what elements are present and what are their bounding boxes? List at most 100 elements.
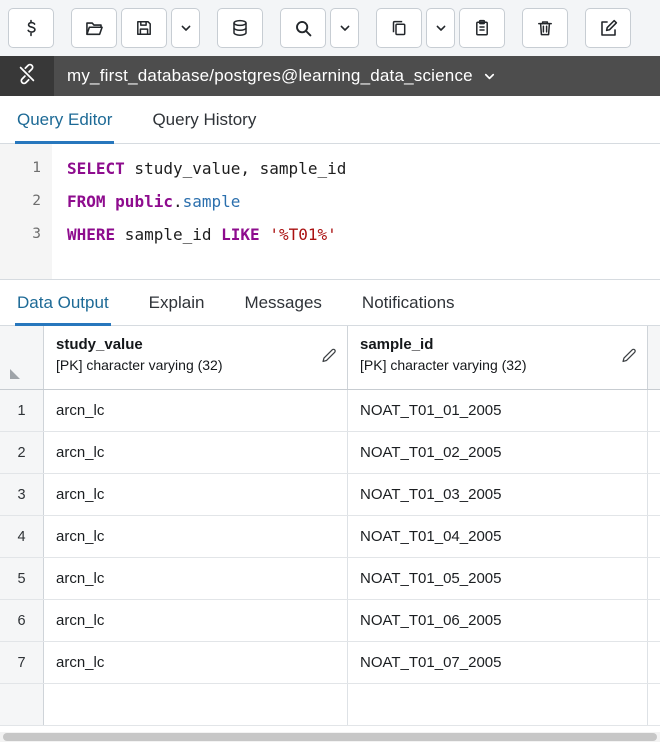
cell-study-value[interactable]: arcn_lc xyxy=(44,600,348,641)
delete-button[interactable] xyxy=(522,8,568,48)
tab-data-output[interactable]: Data Output xyxy=(15,280,111,325)
row-number[interactable]: 4 xyxy=(0,516,44,557)
connection-icon xyxy=(16,63,38,90)
column-type: [PK] character varying (32) xyxy=(56,357,315,373)
find-options-button[interactable] xyxy=(330,8,359,48)
line-number: 1 xyxy=(0,152,52,185)
tab-notifications[interactable]: Notifications xyxy=(360,280,457,325)
table-row: 5arcn_lcNOAT_T01_05_2005 xyxy=(0,558,660,600)
edit-button[interactable] xyxy=(585,8,631,48)
row-number[interactable]: 5 xyxy=(0,558,44,599)
edit-icon xyxy=(598,18,619,39)
save-icon xyxy=(134,18,154,38)
open-file-icon xyxy=(84,18,105,39)
save-options-button[interactable] xyxy=(171,8,200,48)
row-number[interactable]: 6 xyxy=(0,600,44,641)
table-row: 1arcn_lcNOAT_T01_01_2005 xyxy=(0,390,660,432)
macros-icon xyxy=(21,18,41,38)
table-row: 3arcn_lcNOAT_T01_03_2005 xyxy=(0,474,660,516)
file-group xyxy=(71,8,200,48)
line-number: 3 xyxy=(0,218,52,251)
sql-line[interactable]: 2FROM public.sample xyxy=(0,185,660,218)
cell-study-value[interactable]: arcn_lc xyxy=(44,390,348,431)
table-row: 2arcn_lcNOAT_T01_02_2005 xyxy=(0,432,660,474)
select-all-corner[interactable] xyxy=(0,326,44,389)
edit-column-icon[interactable] xyxy=(620,346,638,369)
save-button[interactable] xyxy=(121,8,167,48)
row-number[interactable]: 2 xyxy=(0,432,44,473)
macros-group xyxy=(8,8,54,48)
cell-study-value[interactable] xyxy=(44,684,348,725)
clipboard-group xyxy=(376,8,505,48)
cell-study-value[interactable]: arcn_lc xyxy=(44,474,348,515)
grid-header: study_value [PK] character varying (32) … xyxy=(0,326,660,390)
trash-icon xyxy=(535,18,555,38)
connection-bar: my_first_database/postgres@learning_data… xyxy=(0,56,660,96)
data-output-grid: study_value [PK] character varying (32) … xyxy=(0,326,660,726)
macros-button[interactable] xyxy=(8,8,54,48)
column-type: [PK] character varying (32) xyxy=(360,357,615,373)
search-icon xyxy=(293,18,314,39)
chevron-down-icon xyxy=(337,20,353,36)
line-number: 2 xyxy=(0,185,52,218)
copy-options-button[interactable] xyxy=(426,8,455,48)
new-row xyxy=(0,684,660,726)
row-number[interactable]: 1 xyxy=(0,390,44,431)
chevron-down-icon xyxy=(433,20,449,36)
cell-sample-id[interactable] xyxy=(348,684,648,725)
database-group xyxy=(217,8,263,48)
scrollbar-thumb[interactable] xyxy=(3,733,657,741)
cell-sample-id[interactable]: NOAT_T01_04_2005 xyxy=(348,516,648,557)
cell-study-value[interactable]: arcn_lc xyxy=(44,642,348,683)
column-name: study_value xyxy=(56,336,315,353)
row-number[interactable]: 3 xyxy=(0,474,44,515)
sql-line[interactable]: 3WHERE sample_id LIKE '%T01%' xyxy=(0,218,660,251)
table-row: 6arcn_lcNOAT_T01_06_2005 xyxy=(0,600,660,642)
find-button[interactable] xyxy=(280,8,326,48)
open-file-button[interactable] xyxy=(71,8,117,48)
column-header-sample-id[interactable]: sample_id [PK] character varying (32) xyxy=(348,326,648,389)
sql-editor[interactable]: 1SELECT study_value, sample_id2FROM publ… xyxy=(0,144,660,280)
cell-sample-id[interactable]: NOAT_T01_07_2005 xyxy=(348,642,648,683)
connection-chevron-icon[interactable] xyxy=(482,69,497,84)
paste-icon xyxy=(472,18,492,38)
connection-label[interactable]: my_first_database/postgres@learning_data… xyxy=(67,66,473,86)
cell-study-value[interactable]: arcn_lc xyxy=(44,516,348,557)
code-text: FROM public.sample xyxy=(52,185,240,218)
tab-messages[interactable]: Messages xyxy=(242,280,323,325)
cell-sample-id[interactable]: NOAT_T01_01_2005 xyxy=(348,390,648,431)
horizontal-scrollbar[interactable] xyxy=(0,732,660,742)
tab-query-editor[interactable]: Query Editor xyxy=(15,96,114,143)
row-number[interactable] xyxy=(0,684,44,725)
column-header-study-value[interactable]: study_value [PK] character varying (32) xyxy=(44,326,348,389)
table-row: 4arcn_lcNOAT_T01_04_2005 xyxy=(0,516,660,558)
paste-button[interactable] xyxy=(459,8,505,48)
connection-status[interactable] xyxy=(0,56,54,96)
cell-sample-id[interactable]: NOAT_T01_05_2005 xyxy=(348,558,648,599)
sql-line[interactable]: 1SELECT study_value, sample_id xyxy=(0,152,660,185)
table-row: 7arcn_lcNOAT_T01_07_2005 xyxy=(0,642,660,684)
column-name: sample_id xyxy=(360,336,615,353)
copy-icon xyxy=(389,18,409,38)
tab-explain[interactable]: Explain xyxy=(147,280,207,325)
database-button[interactable] xyxy=(217,8,263,48)
copy-button[interactable] xyxy=(376,8,422,48)
select-all-triangle-icon xyxy=(8,366,23,381)
cell-sample-id[interactable]: NOAT_T01_06_2005 xyxy=(348,600,648,641)
edit-group xyxy=(585,8,631,48)
chevron-down-icon xyxy=(178,20,194,36)
grid-body: 1arcn_lcNOAT_T01_01_20052arcn_lcNOAT_T01… xyxy=(0,390,660,726)
editor-tabs: Query Editor Query History xyxy=(0,96,660,144)
cell-sample-id[interactable]: NOAT_T01_03_2005 xyxy=(348,474,648,515)
database-icon xyxy=(230,18,250,38)
cell-sample-id[interactable]: NOAT_T01_02_2005 xyxy=(348,432,648,473)
toolbar xyxy=(0,0,660,56)
edit-column-icon[interactable] xyxy=(320,346,338,369)
row-number[interactable]: 7 xyxy=(0,642,44,683)
code-text: SELECT study_value, sample_id xyxy=(52,152,346,185)
cell-study-value[interactable]: arcn_lc xyxy=(44,558,348,599)
tab-query-history[interactable]: Query History xyxy=(150,96,258,143)
cell-study-value[interactable]: arcn_lc xyxy=(44,432,348,473)
delete-group xyxy=(522,8,568,48)
find-group xyxy=(280,8,359,48)
